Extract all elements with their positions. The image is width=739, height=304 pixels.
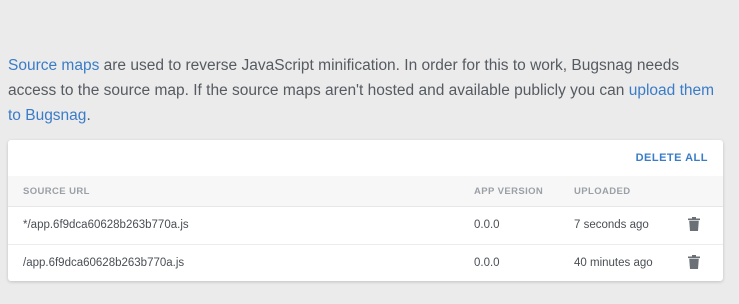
app-version-cell: 0.0.0 (474, 219, 500, 231)
table-row: */app.6f9dca60628b263b770a.js 0.0.0 7 se… (8, 207, 723, 245)
uploaded-cell: 40 minutes ago (574, 257, 653, 269)
description-text-1: are used to reverse JavaScript minificat… (8, 56, 680, 99)
source-maps-description: Source maps are used to reverse JavaScri… (8, 53, 728, 128)
column-header-source-url: SOURCE URL (23, 186, 90, 197)
table-header: SOURCE URL APP VERSION UPLOADED (8, 176, 723, 207)
delete-all-button[interactable]: DELETE ALL (636, 152, 708, 164)
uploaded-cell: 7 seconds ago (574, 219, 649, 231)
table-row: /app.6f9dca60628b263b770a.js 0.0.0 40 mi… (8, 245, 723, 282)
trash-icon[interactable] (688, 217, 700, 231)
source-maps-link[interactable]: Source maps (8, 57, 99, 74)
description-text-2: . (86, 106, 91, 124)
source-maps-card: DELETE ALL SOURCE URL APP VERSION UPLOAD… (8, 140, 723, 281)
source-url-cell: */app.6f9dca60628b263b770a.js (23, 219, 189, 231)
column-header-app-version: APP VERSION (474, 186, 544, 197)
trash-icon[interactable] (688, 255, 700, 269)
app-version-cell: 0.0.0 (474, 257, 500, 269)
source-url-cell: /app.6f9dca60628b263b770a.js (23, 257, 185, 269)
column-header-uploaded: UPLOADED (574, 186, 631, 197)
